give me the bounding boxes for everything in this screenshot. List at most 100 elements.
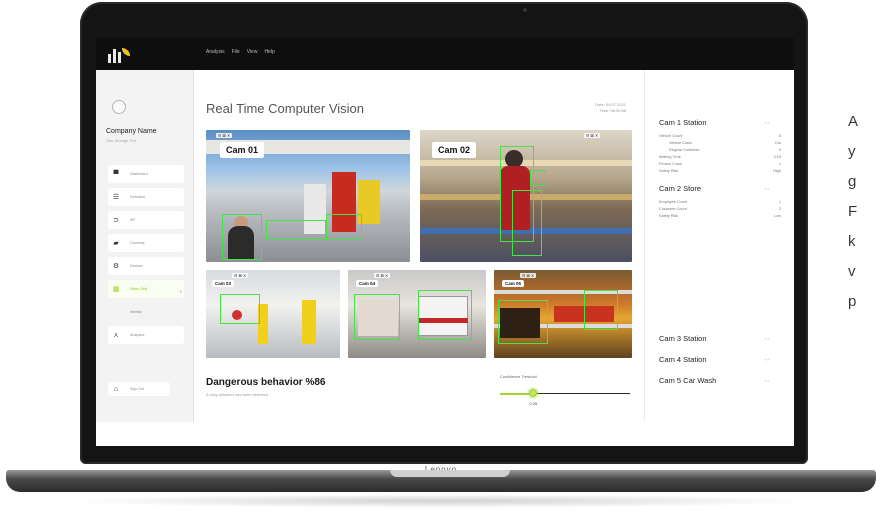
sidebar-item-label: AR	[130, 218, 135, 222]
detection-box	[354, 294, 400, 340]
menu-bar: Analysis File View Help	[206, 49, 275, 55]
station-cam4-title[interactable]: Cam 4 Station	[659, 355, 707, 364]
camera-controls[interactable]: ⊟ ⊠ ✕	[584, 133, 601, 138]
camera-label: Cam 04	[356, 280, 379, 287]
camera-feed-03[interactable]: Cam 03 ⊟ ⊠ ✕	[206, 270, 340, 358]
camera-label: Cam 03	[212, 280, 235, 287]
chevron-icon[interactable]: ‹ ›	[765, 336, 769, 341]
metric-row: Person Count 1	[659, 162, 781, 166]
camera-feed-04[interactable]: Cam 04 ⊟ ⊠ ✕	[348, 270, 486, 358]
metric-label: Vehicle Class	[669, 141, 692, 145]
chevron-icon[interactable]: ‹ ›	[765, 120, 769, 125]
metric-label: Waiting Time	[659, 155, 681, 159]
sidebar-item-cameras[interactable]: ▰ Cameras	[108, 234, 184, 252]
station-cam5-title[interactable]: Cam 5 Car Wash	[659, 376, 716, 385]
sidebar-item-label: Sign Out	[130, 387, 144, 391]
metric-row: Safety Risk Low	[659, 214, 781, 218]
camera-controls[interactable]: ⊟ ⊠ ✕	[520, 273, 537, 278]
metric-row: Employee Count 1	[659, 200, 781, 204]
sidebar-item-weekly[interactable]: Weekly	[108, 303, 184, 321]
sidebar-item-devices[interactable]: ⚙ Devices	[108, 257, 184, 275]
camera-controls[interactable]: ⊟ ⊠ ✕	[374, 273, 391, 278]
chevron-icon[interactable]: ‹ ›	[765, 378, 769, 383]
detection-box	[266, 220, 326, 240]
analytics-icon: ⋏	[113, 332, 119, 339]
menu-item-help[interactable]: Help	[264, 49, 274, 55]
detection-box	[418, 290, 472, 340]
time-text: Time: 08:30:58	[599, 108, 626, 113]
chevron-right-icon[interactable]: ›	[180, 289, 182, 295]
menu-item-file[interactable]: File	[232, 49, 240, 55]
confidence-slider-handle[interactable]	[528, 389, 537, 397]
sidebar-item-ar[interactable]: ⊃ AR	[108, 211, 184, 229]
sidebar-item-label: Weekly	[130, 310, 142, 314]
station-cam3-title[interactable]: Cam 3 Station	[659, 334, 707, 343]
sidebar-item-detection[interactable]: ☰ Detection	[108, 188, 184, 206]
sidebar-item-dashboard[interactable]: ▀ Dashboard	[108, 165, 184, 183]
detection-box	[512, 190, 542, 256]
avatar[interactable]	[112, 100, 126, 114]
camera-icon: ▰	[113, 240, 119, 247]
metric-value: 1	[778, 200, 781, 204]
camera-feed-02[interactable]: Cam 02 ⊟ ⊠ ✕	[420, 130, 632, 262]
alert-title: Dangerous behavior %86	[206, 377, 326, 388]
chevron-icon[interactable]: ‹ ›	[765, 186, 769, 191]
grid-active-icon: ▦	[112, 286, 120, 293]
sidebar-nav: ▀ Dashboard ☰ Detection ⊃ AR ▰ Cameras ⚙…	[108, 165, 184, 349]
detection-box	[498, 300, 548, 344]
settings-icon: ⚙	[112, 263, 120, 270]
chevron-icon[interactable]: ‹ ›	[765, 357, 769, 362]
alert-subtitle: A risky situation has been detected	[206, 392, 268, 397]
station-cam1-title[interactable]: Cam 1 Station	[659, 118, 707, 127]
confidence-slider-fill	[500, 392, 533, 395]
screen-bottom-strip	[96, 422, 794, 446]
metric-row: Costumer Count 2	[659, 207, 781, 211]
laptop-base-notch	[390, 470, 510, 477]
metric-value: 3	[778, 148, 781, 152]
menu-item-analysis[interactable]: Analysis	[206, 49, 225, 55]
sidebar-item-label: Devices	[130, 264, 143, 268]
metric-label: Employee Count	[659, 200, 688, 204]
webcam-dot	[523, 8, 527, 12]
camera-controls[interactable]: ⊟ ⊠ ✕	[216, 133, 233, 138]
app-logo-icon[interactable]	[108, 45, 130, 63]
sidebar-item-label: Analytics	[130, 333, 145, 337]
app-topbar: Analysis File View Help	[96, 38, 794, 70]
metric-value: 2	[778, 207, 781, 211]
confidence-value: 0.25	[529, 401, 538, 406]
sidebar-item-label: Video Grid	[130, 287, 147, 291]
metric-value: Car	[774, 141, 781, 145]
home-icon: ⌂	[113, 385, 119, 393]
company-subtitle: Gas Storage Fire	[106, 138, 137, 143]
menu-item-view[interactable]: View	[247, 49, 258, 55]
metric-label: Costumer Count	[659, 207, 687, 211]
detection-box	[326, 214, 362, 240]
station-cam2-title[interactable]: Cam 2 Store	[659, 184, 701, 193]
metric-value: 8	[778, 134, 781, 138]
sidebar-item-video-grid[interactable]: ▦ Video Grid	[108, 280, 184, 298]
company-name: Company Name	[106, 128, 157, 135]
detection-box	[530, 170, 546, 186]
sidebar: Company Name Gas Storage Fire ▀ Dashboar…	[96, 70, 194, 422]
sidebar-item-label: Dashboard	[130, 172, 148, 176]
metric-value: Low	[774, 214, 781, 218]
sidebar-item-sign-out[interactable]: ⌂ Sign Out	[108, 382, 170, 396]
metric-label: Regular Customer	[669, 148, 700, 152]
station-panel: Cam 1 Station ‹ › Vehicle Count 8 Vehicl…	[644, 70, 794, 422]
camera-feed-05[interactable]: Cam 05 ⊟ ⊠ ✕	[494, 270, 632, 358]
date-time-info: Date: 09.07.2021 Time: 08:30:58	[552, 102, 626, 114]
eye-icon: ⊃	[113, 217, 119, 224]
detection-box	[222, 214, 262, 260]
laptop-base	[6, 470, 876, 492]
camera-feed-01[interactable]: Cam 01 ⊟ ⊠ ✕	[206, 130, 410, 262]
metric-value: High	[773, 169, 781, 173]
sidebar-item-analytics[interactable]: ⋏ Analytics	[108, 326, 184, 344]
metric-row: Waiting Time 3:15	[659, 155, 781, 159]
metric-row: Safety Risk High	[659, 169, 781, 173]
metric-label: Vehicle Count	[659, 134, 683, 138]
metric-value: 3:15	[773, 155, 781, 159]
camera-label: Cam 01	[220, 142, 265, 158]
confidence-label: Confidence Treshold	[500, 374, 537, 379]
camera-controls[interactable]: ⊟ ⊠ ✕	[232, 273, 249, 278]
detection-box	[220, 294, 260, 324]
